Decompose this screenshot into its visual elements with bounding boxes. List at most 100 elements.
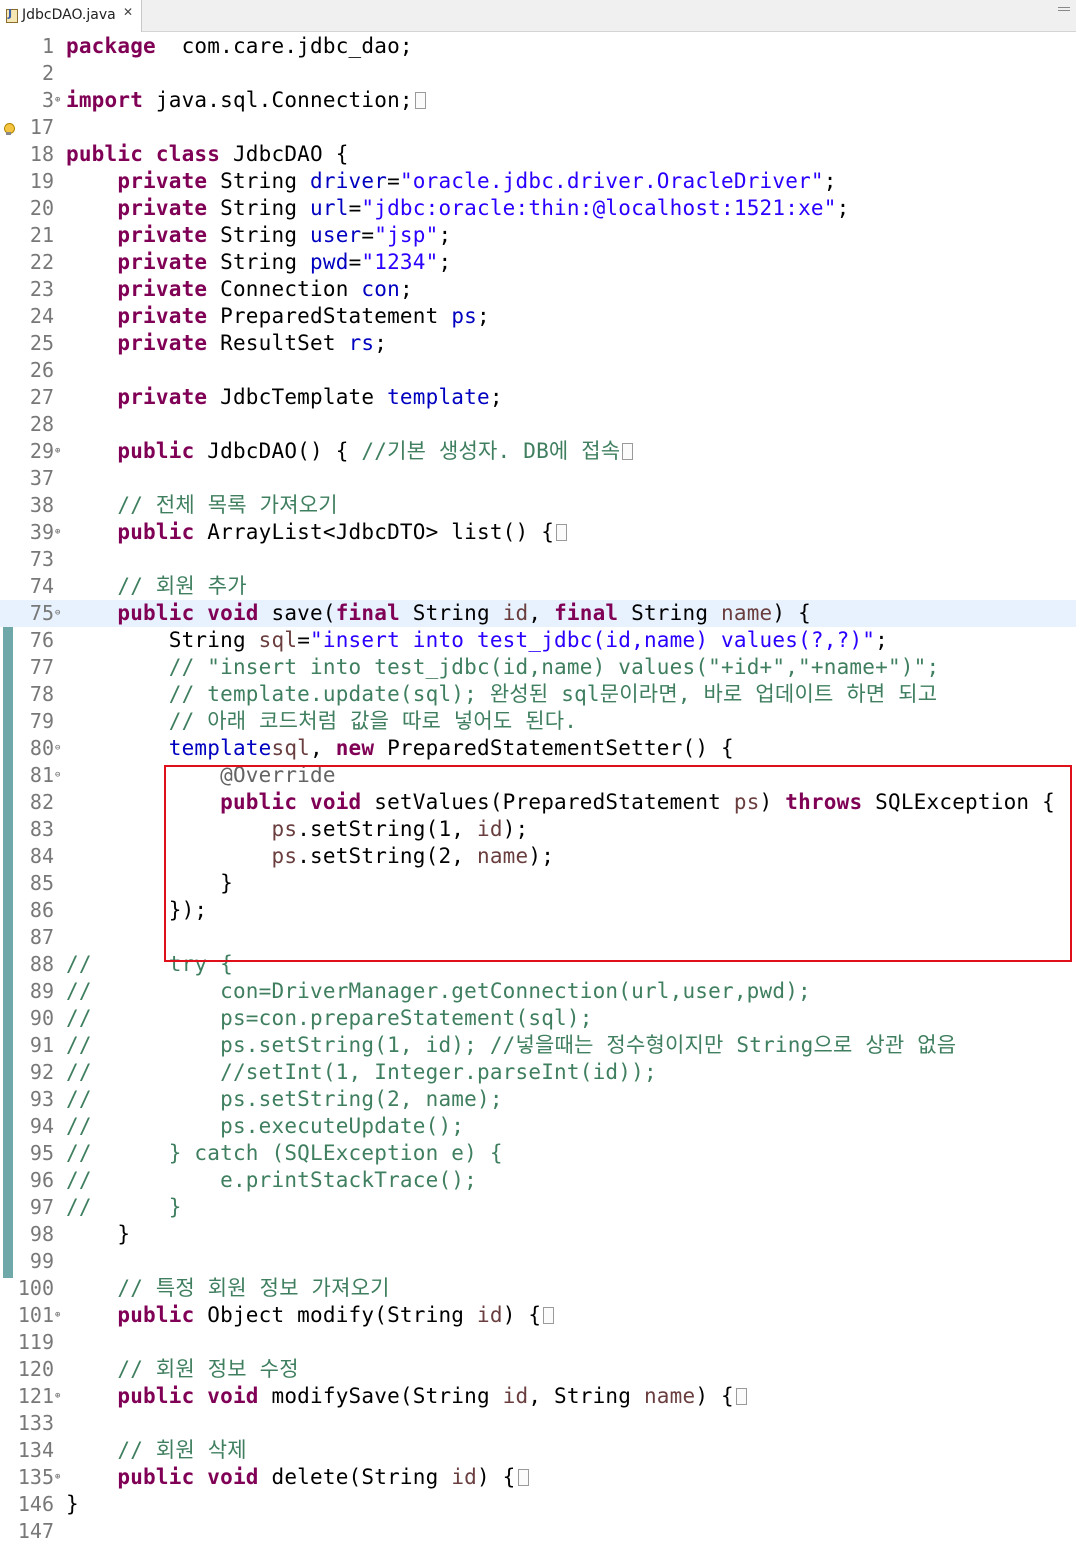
expand-fold-icon[interactable]: ⊕	[55, 1310, 60, 1320]
collapsed-code-icon[interactable]	[622, 443, 634, 460]
collapsed-code-icon[interactable]	[735, 1388, 747, 1405]
code-line[interactable]: 37	[0, 465, 1076, 492]
code-line[interactable]: 93 // ps.setString(2, name);	[0, 1086, 1076, 1113]
code-line[interactable]: 120 // 회원 정보 수정	[0, 1356, 1076, 1383]
code-token: public	[117, 520, 195, 544]
code-line[interactable]: 101 ⊕ public Object modify(String id) {	[0, 1302, 1076, 1329]
expand-fold-icon[interactable]: ⊕	[55, 446, 60, 456]
code-line[interactable]: 26	[0, 357, 1076, 384]
line-number: 85	[29, 871, 54, 895]
code-line[interactable]: 76 String sql="insert into test_jdbc(id,…	[0, 627, 1076, 654]
code-line[interactable]: 95 // } catch (SQLException e) {	[0, 1140, 1076, 1167]
collapsed-code-icon[interactable]	[414, 92, 426, 109]
code-text: @Override	[66, 764, 336, 787]
code-line[interactable]: 146}	[0, 1491, 1076, 1518]
code-line[interactable]: 134 // 회원 삭제	[0, 1437, 1076, 1464]
code-line[interactable]: 99	[0, 1248, 1076, 1275]
code-line[interactable]: 20 private String url="jdbc:oracle:thin:…	[0, 195, 1076, 222]
code-line[interactable]: 73	[0, 546, 1076, 573]
collapsed-code-icon[interactable]	[517, 1469, 529, 1486]
code-token: // }	[66, 1195, 182, 1219]
code-line[interactable]: 28	[0, 411, 1076, 438]
code-token: ;	[477, 304, 490, 328]
code-token: // e.printStackTrace();	[66, 1168, 477, 1192]
code-line[interactable]: 94 // ps.executeUpdate();	[0, 1113, 1076, 1140]
code-line[interactable]: 86 });	[0, 897, 1076, 924]
code-token: ,	[528, 601, 555, 625]
code-token: name	[477, 844, 529, 868]
code-editor[interactable]: 1 package com.care.jdbc_dao; 2 3 ⊕ import jav…	[0, 32, 1076, 1546]
code-line[interactable]: 97 // }	[0, 1194, 1076, 1221]
code-line[interactable]: 27 private JdbcTemplate template;	[0, 384, 1076, 411]
code-line[interactable]: 29 ⊕ public JdbcDAO() { //기본 생성자. DB에 접속	[0, 438, 1076, 465]
code-line[interactable]: 85 }	[0, 870, 1076, 897]
code-line[interactable]: 91 // ps.setString(1, id); //넣을때는 정수형이지만 …	[0, 1032, 1076, 1059]
code-line[interactable]: 19 private String driver="oracle.jdbc.dr…	[0, 168, 1076, 195]
line-number: 121	[17, 1384, 54, 1408]
code-line[interactable]: 79 // 아래 코드처럼 값을 따로 넣어도 된다.	[0, 708, 1076, 735]
code-line[interactable]: 3 ⊕ import java.sql.Connection;	[0, 87, 1076, 114]
collapsed-code-icon[interactable]	[556, 524, 568, 541]
code-line[interactable]: 98 }	[0, 1221, 1076, 1248]
code-line[interactable]: 82 public void setValues(PreparedStateme…	[0, 789, 1076, 816]
editor-tab[interactable]: JdbcDAO.java ✕	[0, 0, 142, 32]
code-line[interactable]: 96 // e.printStackTrace();	[0, 1167, 1076, 1194]
code-token: public	[117, 1465, 195, 1489]
code-text: templatesql, new PreparedStatementSetter…	[66, 737, 734, 760]
code-line[interactable]: 135 ⊕ public void delete(String id) {	[0, 1464, 1076, 1491]
code-line[interactable]: 119	[0, 1329, 1076, 1356]
code-line[interactable]: 83 ps.setString(1, id);	[0, 816, 1076, 843]
code-token: @Override	[220, 763, 336, 787]
code-token: JdbcDAO() {	[194, 439, 362, 463]
code-line[interactable]: 22 private String pwd="1234";	[0, 249, 1076, 276]
code-line[interactable]: 100 // 특정 회원 정보 가져오기	[0, 1275, 1076, 1302]
code-line[interactable]: 80 ⊖ templatesql, new PreparedStatementSe…	[0, 735, 1076, 762]
collapse-fold-icon[interactable]: ⊖	[55, 608, 60, 618]
line-number: 96	[29, 1168, 54, 1192]
code-line[interactable]: 74 // 회원 추가	[0, 573, 1076, 600]
code-line[interactable]: 1 package com.care.jdbc_dao;	[0, 33, 1076, 60]
code-line[interactable]: 2	[0, 60, 1076, 87]
line-number: 146	[17, 1492, 54, 1516]
expand-fold-icon[interactable]: ⊕	[55, 527, 60, 537]
code-line[interactable]: 81 ⊖ @Override	[0, 762, 1076, 789]
expand-fold-icon[interactable]: ⊕	[55, 1391, 60, 1401]
code-token: ;	[836, 196, 850, 220]
expand-fold-icon[interactable]: ⊕	[55, 1472, 60, 1482]
collapse-fold-icon[interactable]: ⊖	[55, 770, 60, 780]
code-line[interactable]: 77 // "insert into test_jdbc(id,name) va…	[0, 654, 1076, 681]
expand-fold-icon[interactable]: ⊕	[55, 95, 60, 105]
collapsed-code-icon[interactable]	[543, 1307, 555, 1324]
code-line[interactable]: 21 private String user="jsp";	[0, 222, 1076, 249]
code-line[interactable]: 87	[0, 924, 1076, 951]
code-line[interactable]: 147	[0, 1518, 1076, 1545]
code-token: ps	[733, 790, 760, 814]
code-line[interactable]: 18 public class JdbcDAO {	[0, 141, 1076, 168]
code-line[interactable]: 38 // 전체 목록 가져오기	[0, 492, 1076, 519]
java-file-icon	[6, 7, 18, 23]
code-line[interactable]: 39 ⊕ public ArrayList<JdbcDTO> list() {	[0, 519, 1076, 546]
code-line[interactable]: 92 // //setInt(1, Integer.parseInt(id));	[0, 1059, 1076, 1086]
code-line[interactable]: 133	[0, 1410, 1076, 1437]
code-line[interactable]: 89 // con=DriverManager.getConnection(url…	[0, 978, 1076, 1005]
code-line[interactable]: 23 private Connection con;	[0, 276, 1076, 303]
minimize-icon[interactable]	[1058, 7, 1070, 11]
code-line[interactable]: 78 // template.update(sql); 완성된 sql문이라면,…	[0, 681, 1076, 708]
code-token: // //setInt(1, Integer.parseInt(id));	[66, 1060, 657, 1084]
line-number: 28	[29, 412, 54, 436]
code-line[interactable]: 121 ⊕ public void modifySave(String id, S…	[0, 1383, 1076, 1410]
line-number: 100	[17, 1276, 54, 1300]
code-line[interactable]: 84 ps.setString(2, name);	[0, 843, 1076, 870]
code-line[interactable]: 75 ⊖ public void save(final String id, fi…	[0, 600, 1076, 627]
code-line[interactable]: 24 private PreparedStatement ps;	[0, 303, 1076, 330]
code-token: name	[643, 1384, 696, 1408]
line-number: 87	[29, 925, 54, 949]
code-line[interactable]: 25 private ResultSet rs;	[0, 330, 1076, 357]
code-line[interactable]: 90 // ps=con.prepareStatement(sql);	[0, 1005, 1076, 1032]
close-icon[interactable]: ✕	[123, 5, 133, 19]
collapse-fold-icon[interactable]: ⊖	[55, 743, 60, 753]
code-line[interactable]: 17	[0, 114, 1076, 141]
code-token: JdbcDAO {	[220, 142, 349, 166]
code-line[interactable]: 88 // try {	[0, 951, 1076, 978]
